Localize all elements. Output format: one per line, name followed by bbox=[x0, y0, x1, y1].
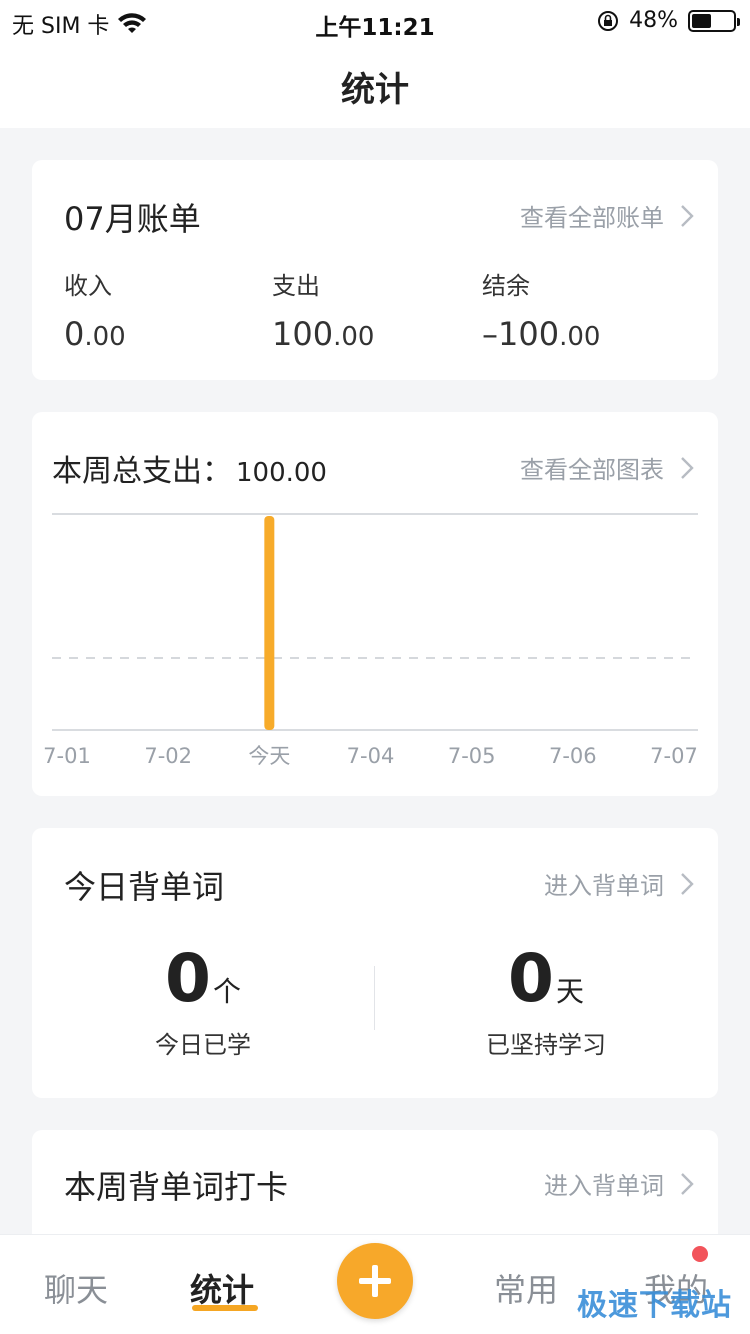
enter-words-label: 进入背单词 bbox=[544, 872, 664, 900]
active-tab-indicator bbox=[192, 1305, 258, 1311]
x-tick-label-3: 7-04 bbox=[347, 744, 395, 768]
income-label: 收入 bbox=[64, 272, 112, 300]
chart-bar-2 bbox=[264, 516, 275, 730]
streak-stat: 0天 已坚持学习 bbox=[446, 940, 646, 1060]
balance-value: –100.00 bbox=[482, 315, 600, 353]
enter-words-link[interactable]: 进入背单词 bbox=[544, 866, 694, 901]
tab-common[interactable]: 常用 bbox=[494, 1265, 558, 1311]
x-tick-label-1: 7-02 bbox=[144, 744, 192, 768]
chevron-right-icon bbox=[681, 1172, 694, 1195]
page-title: 统计 bbox=[341, 70, 409, 110]
x-tick-label-6: 7-07 bbox=[650, 744, 698, 768]
streak-unit: 天 bbox=[555, 975, 584, 1008]
weekly-expense-chart: 7-01 7-02 今天 7-04 7-05 7-06 7-07 bbox=[43, 513, 698, 768]
battery-icon bbox=[688, 9, 740, 32]
chevron-right-icon bbox=[681, 872, 694, 895]
view-all-bills-label: 查看全部账单 bbox=[520, 204, 664, 232]
income-column: 收入 0.00 bbox=[64, 266, 126, 353]
learned-today-value: 0个 bbox=[103, 940, 303, 1017]
add-button[interactable] bbox=[337, 1243, 413, 1319]
notification-dot bbox=[692, 1246, 708, 1262]
expense-column: 支出 100.00 bbox=[272, 266, 374, 353]
expense-value: 100.00 bbox=[272, 315, 374, 353]
monthly-bill-card[interactable]: 07月账单 查看全部账单 收入 0.00 支出 100.00 结余 –100.0… bbox=[32, 160, 718, 380]
weekly-expense-card[interactable]: 本周总支出： 100.00 查看全部图表 7-01 7-02 今天 7-04 7-05 7-… bbox=[32, 412, 718, 796]
income-int: 0 bbox=[64, 315, 85, 353]
x-tick-label-5: 7-06 bbox=[549, 744, 597, 768]
expense-label: 支出 bbox=[272, 272, 320, 300]
balance-label: 结余 bbox=[482, 272, 530, 300]
top-bar: 无 SIM 卡 上午11:21 48% 统计 bbox=[0, 0, 750, 128]
rotation-lock-icon bbox=[598, 10, 619, 31]
learned-today-label: 今日已学 bbox=[155, 1031, 251, 1059]
checkin-card-title: 本周背单词打卡 bbox=[64, 1168, 289, 1206]
streak-count: 0 bbox=[508, 940, 554, 1017]
stat-divider bbox=[374, 966, 375, 1030]
learned-today-stat: 0个 今日已学 bbox=[103, 940, 303, 1060]
status-right: 48% bbox=[597, 8, 740, 33]
words-card-title: 今日背单词 bbox=[64, 868, 225, 906]
enter-words-link-2[interactable]: 进入背单词 bbox=[544, 1166, 694, 1201]
balance-int: –100 bbox=[482, 315, 560, 353]
x-tick-label-4: 7-05 bbox=[448, 744, 496, 768]
learned-count: 0 bbox=[165, 940, 211, 1017]
chevron-right-icon bbox=[681, 204, 694, 227]
expense-int: 100 bbox=[272, 315, 334, 353]
battery-percent: 48% bbox=[629, 8, 678, 33]
learned-unit: 个 bbox=[212, 975, 241, 1008]
income-value: 0.00 bbox=[64, 315, 126, 353]
enter-words-label-2: 进入背单词 bbox=[544, 1172, 664, 1200]
view-all-bills-link[interactable]: 查看全部账单 bbox=[520, 198, 694, 233]
streak-label: 已坚持学习 bbox=[486, 1031, 606, 1059]
x-tick-label-2: 今天 bbox=[248, 744, 290, 768]
bill-card-title: 07月账单 bbox=[64, 200, 201, 238]
today-words-card[interactable]: 今日背单词 进入背单词 0个 今日已学 0天 已坚持学习 bbox=[32, 828, 718, 1098]
status-bar: 无 SIM 卡 上午11:21 48% bbox=[0, 0, 750, 44]
watermark-text: 极速下载站 bbox=[577, 1288, 732, 1323]
expense-dec: .00 bbox=[333, 322, 375, 352]
x-tick-label-0: 7-01 bbox=[43, 744, 91, 768]
battery-fill bbox=[692, 13, 712, 28]
income-dec: .00 bbox=[84, 322, 126, 352]
balance-column: 结余 –100.00 bbox=[482, 266, 600, 353]
streak-value: 0天 bbox=[446, 940, 646, 1017]
balance-dec: .00 bbox=[559, 322, 601, 352]
tab-chat[interactable]: 聊天 bbox=[44, 1265, 108, 1311]
